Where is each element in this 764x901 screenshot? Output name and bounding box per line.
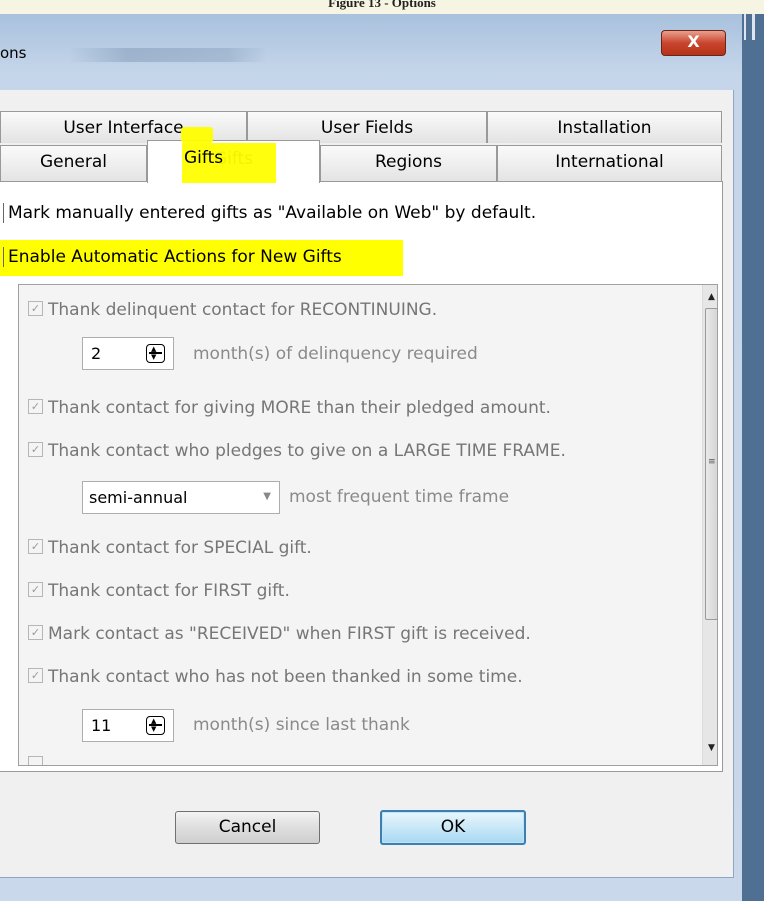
- action-recontinuing[interactable]: ✓ Thank delinquent contact for RECONTINUI…: [28, 300, 437, 320]
- action-mark-received[interactable]: ✓ Mark contact as "RECEIVED" when FIRST g…: [28, 624, 531, 644]
- months-since-thank-stepper[interactable]: 11 ▲ ▼: [82, 709, 174, 742]
- window-edge: [742, 14, 764, 901]
- action-partial-row[interactable]: [28, 755, 48, 765]
- action-first-gift[interactable]: ✓ Thank contact for FIRST gift.: [28, 581, 290, 601]
- time-frame-select[interactable]: semi-annual ▼: [82, 481, 280, 514]
- ok-button[interactable]: OK: [380, 810, 526, 845]
- tab-installation[interactable]: Installation: [487, 111, 722, 143]
- dialog-title: ons: [0, 44, 27, 62]
- mark-available-on-web-label: Mark manually entered gifts as "Availabl…: [8, 203, 537, 223]
- checked-icon: ✓: [28, 441, 43, 457]
- checked-icon: ✓: [28, 581, 43, 597]
- spin-arrows-icon[interactable]: ▲ ▼: [146, 344, 165, 363]
- title-blurred-text: [68, 48, 268, 62]
- checked-icon: ✓: [28, 398, 43, 414]
- gifts-tab-highlight-label: Gifts: [184, 148, 224, 168]
- chevron-down-icon: ▼: [263, 491, 271, 502]
- tab-general[interactable]: General: [0, 145, 147, 182]
- checked-icon: ✓: [28, 624, 43, 640]
- highlight-mark: [181, 127, 213, 143]
- enable-automatic-actions-label: Enable Automatic Actions for New Gifts: [8, 247, 342, 267]
- tab-user-fields[interactable]: User Fields: [247, 111, 487, 143]
- automatic-actions-list[interactable]: ✓ Thank delinquent contact for RECONTINUI…: [18, 284, 718, 766]
- scroll-thumb[interactable]: ≡: [705, 308, 717, 620]
- action-more-than-pledged[interactable]: ✓ Thank contact for giving MORE than thei…: [28, 398, 551, 418]
- tab-regions[interactable]: Regions: [320, 145, 497, 182]
- checked-icon: ✓: [28, 538, 43, 554]
- figure-caption: Figure 13 - Options: [0, 0, 764, 14]
- close-button[interactable]: X: [661, 30, 726, 56]
- checked-icon: ✓: [28, 300, 43, 316]
- action-special-gift[interactable]: ✓ Thank contact for SPECIAL gift.: [28, 538, 312, 558]
- scroll-down-icon[interactable]: ▼: [703, 740, 717, 756]
- tab-international[interactable]: International: [497, 145, 722, 182]
- list-scrollbar[interactable]: ▲ ≡ ▼: [702, 285, 717, 765]
- checkbox-icon: [28, 755, 43, 765]
- action-large-time-frame[interactable]: ✓ Thank contact who pledges to give on a …: [28, 441, 566, 461]
- time-frame-label: most frequent time frame: [289, 487, 510, 507]
- action-not-thanked[interactable]: ✓ Thank contact who has not been thanked …: [28, 667, 523, 687]
- delinquency-months-stepper[interactable]: 2 ▲ ▼: [82, 337, 174, 370]
- checked-icon: ✓: [28, 667, 43, 683]
- delinquency-label: month(s) of delinquency required: [193, 344, 478, 364]
- scroll-up-icon[interactable]: ▲: [703, 289, 717, 305]
- months-since-thank-label: month(s) since last thank: [193, 715, 410, 735]
- cancel-button[interactable]: Cancel: [175, 811, 320, 844]
- spin-arrows-icon[interactable]: ▲ ▼: [146, 716, 165, 735]
- mark-available-on-web-checkbox[interactable]: Mark manually entered gifts as "Availabl…: [0, 203, 536, 223]
- grip-icon: ≡: [708, 457, 716, 467]
- enable-automatic-actions-checkbox[interactable]: Enable Automatic Actions for New Gifts: [0, 247, 342, 267]
